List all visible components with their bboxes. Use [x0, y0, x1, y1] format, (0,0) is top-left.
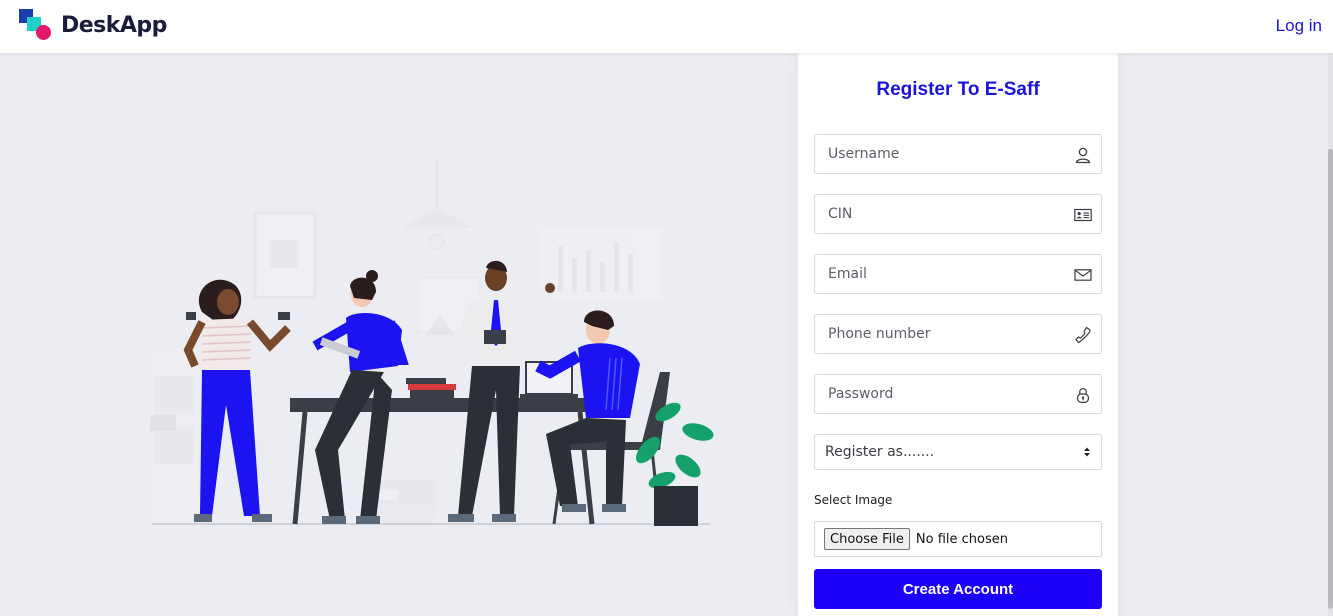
scrollbar-thumb[interactable] [1328, 149, 1333, 609]
create-account-button[interactable]: Create Account [814, 569, 1102, 609]
username-field[interactable] [814, 134, 1102, 174]
select-caret-icon [1084, 447, 1090, 457]
register-as-value: Register as....... [825, 444, 935, 460]
phone-input[interactable] [815, 315, 1055, 353]
id-card-icon [1074, 208, 1092, 222]
phone-field[interactable] [814, 314, 1102, 354]
cin-input[interactable] [815, 195, 1055, 233]
username-input[interactable] [815, 135, 1055, 173]
image-file-input[interactable]: Choose File No file chosen [814, 521, 1102, 557]
register-as-select[interactable]: Register as....... [814, 434, 1102, 470]
brand-mark-icon [19, 9, 52, 41]
email-input[interactable] [815, 255, 1055, 293]
password-input[interactable] [815, 375, 1055, 413]
brand-name: DeskApp [61, 12, 167, 38]
page-scrollbar[interactable] [1328, 53, 1333, 616]
file-status-text: No file chosen [915, 531, 1008, 547]
top-navbar: DeskApp Log in [0, 0, 1333, 53]
register-title: Register To E-Saff [876, 79, 1040, 100]
cin-field[interactable] [814, 194, 1102, 234]
envelope-icon [1074, 269, 1092, 281]
brand-logo[interactable]: DeskApp [19, 9, 167, 41]
select-image-label: Select Image [814, 493, 893, 507]
user-icon [1075, 147, 1091, 164]
phone-icon [1075, 326, 1091, 343]
lock-icon [1076, 388, 1090, 403]
password-field[interactable] [814, 374, 1102, 414]
team-illustration [150, 160, 714, 526]
email-field[interactable] [814, 254, 1102, 294]
login-link[interactable]: Log in [1276, 16, 1322, 36]
choose-file-button[interactable]: Choose File [824, 528, 910, 550]
register-card: Register To E-Saff Username CIN Email Ph… [798, 53, 1118, 616]
